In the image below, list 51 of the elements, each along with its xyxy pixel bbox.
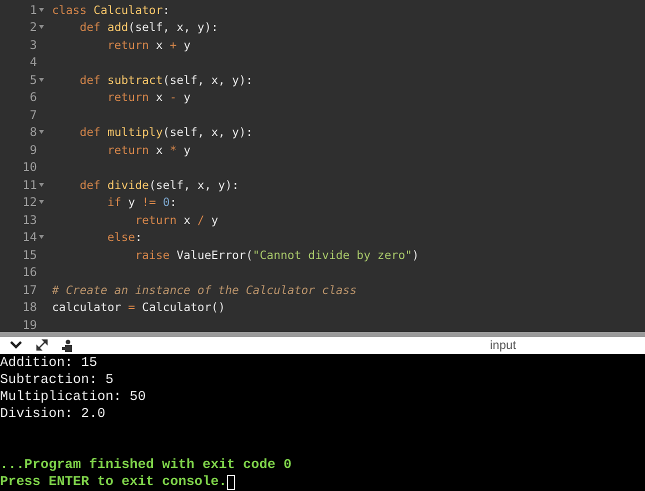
output-line: Addition: 15	[0, 356, 98, 371]
line-number: 12	[22, 195, 37, 210]
output-line: Subtraction: 5	[0, 373, 114, 388]
code-line: def add(self, x, y):	[78, 20, 218, 34]
line-number: 4	[28, 55, 37, 70]
line-number: 7	[28, 108, 37, 122]
fold-arrow-icon[interactable]	[39, 130, 44, 134]
prompt-line: Press ENTER to exit console.	[0, 475, 227, 490]
code-line: def subtract(self, x, y):	[78, 72, 253, 87]
fold-arrow-icon[interactable]	[39, 8, 44, 12]
fold-arrow-icon[interactable]	[39, 182, 44, 187]
line-number: 13	[22, 212, 37, 227]
code-line: else:	[106, 230, 142, 244]
code-line: return x - y	[106, 90, 191, 104]
code-line: raise ValueError("Cannot divide by zero")	[134, 248, 419, 262]
fold-arrow-icon[interactable]	[39, 25, 44, 30]
line-number: 14	[22, 230, 37, 244]
text-cursor	[226, 475, 235, 490]
line-number: 6	[28, 90, 37, 104]
line-number: 16	[22, 265, 37, 280]
code-line: def divide(self, x, y):	[78, 178, 239, 192]
line-number: 19	[22, 318, 37, 332]
line-number: 18	[22, 300, 37, 314]
line-number: 2	[28, 20, 37, 34]
chevron-down-icon[interactable]	[10, 341, 22, 350]
line-number: 8	[28, 125, 37, 140]
line-number: 17	[22, 282, 37, 297]
line-number: 10	[22, 160, 37, 174]
code-line: return x + y	[106, 38, 191, 52]
fold-arrow-icon[interactable]	[39, 235, 44, 240]
exit-status-line: ...Program finished with exit code 0	[0, 458, 292, 473]
code-line: return x / y	[134, 212, 218, 227]
code-editor[interactable]	[0, 0, 645, 332]
code-line: return x * y	[106, 142, 191, 157]
line-number: 1	[28, 2, 37, 17]
line-number: 5	[28, 72, 37, 87]
code-line: calculator = Calculator()	[51, 300, 226, 314]
line-number: 3	[28, 38, 37, 52]
code-line: # Create an instance of the Calculator class	[51, 282, 357, 297]
input-tab[interactable]: input	[490, 338, 516, 352]
line-number: 11	[22, 178, 37, 192]
line-number: 15	[22, 248, 37, 262]
expand-icon[interactable]	[36, 339, 48, 352]
fold-arrow-icon[interactable]	[39, 200, 44, 204]
line-number: 9	[28, 142, 37, 157]
output-line: Division: 2.0	[0, 407, 106, 422]
code-line: if y != 0:	[106, 195, 177, 210]
output-line: Multiplication: 50	[0, 390, 146, 405]
code-line: def multiply(self, x, y):	[78, 125, 253, 140]
fold-arrow-icon[interactable]	[39, 78, 44, 82]
code-line: class Calculator:	[51, 2, 170, 17]
